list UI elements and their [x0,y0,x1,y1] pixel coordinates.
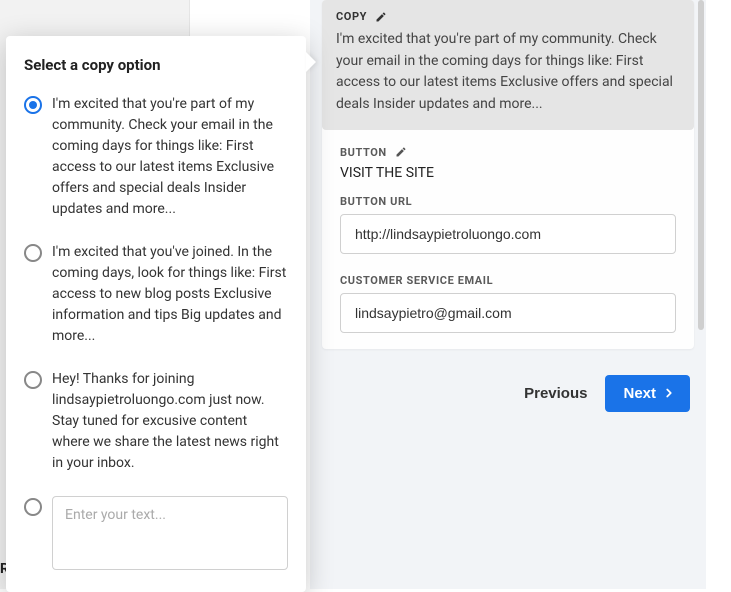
copy-option-2-text: I'm excited that you've joined. In the c… [52,242,288,347]
copy-section[interactable]: COPY I'm excited that you're part of my … [322,0,694,130]
pencil-icon[interactable] [395,146,407,158]
previous-button[interactable]: Previous [524,385,587,402]
radio-option-custom[interactable] [24,498,42,516]
next-button-label: Next [623,385,656,402]
editor-panel: COPY I'm excited that you're part of my … [310,0,706,589]
copy-option-1-text: I'm excited that you're part of my commu… [52,94,288,220]
button-section-header: BUTTON [340,146,676,159]
editor-card: COPY I'm excited that you're part of my … [322,0,694,349]
copy-option-custom[interactable] [24,496,288,570]
popover-title: Select a copy option [24,56,288,74]
custom-copy-input[interactable] [52,496,288,570]
scrollbar[interactable] [698,0,704,330]
radio-option-1[interactable] [24,96,42,114]
copy-label: COPY [336,10,367,23]
copy-option-2[interactable]: I'm excited that you've joined. In the c… [24,242,288,347]
button-text-value: VISIT THE SITE [340,165,676,181]
button-url-label: BUTTON URL [340,195,676,208]
copy-options-popover: Select a copy option I'm excited that yo… [6,36,306,592]
copy-text: I'm excited that you're part of my commu… [336,29,680,116]
copy-option-3[interactable]: Hey! Thanks for joining lindsaypietroluo… [24,369,288,474]
next-button[interactable]: Next [605,375,690,412]
button-section: BUTTON VISIT THE SITE BUTTON URL CUSTOME… [322,146,694,349]
pencil-icon[interactable] [375,11,387,23]
copy-option-3-text: Hey! Thanks for joining lindsaypietroluo… [52,369,288,474]
wizard-nav: Previous Next [322,375,694,412]
copy-option-1[interactable]: I'm excited that you're part of my commu… [24,94,288,220]
copy-section-header: COPY [336,10,680,23]
button-label: BUTTON [340,146,387,159]
button-url-input[interactable] [340,214,676,254]
cs-email-input[interactable] [340,293,676,333]
radio-option-3[interactable] [24,371,42,389]
cs-email-label: CUSTOMER SERVICE EMAIL [340,274,676,287]
chevron-right-icon [662,386,676,400]
radio-option-2[interactable] [24,244,42,262]
